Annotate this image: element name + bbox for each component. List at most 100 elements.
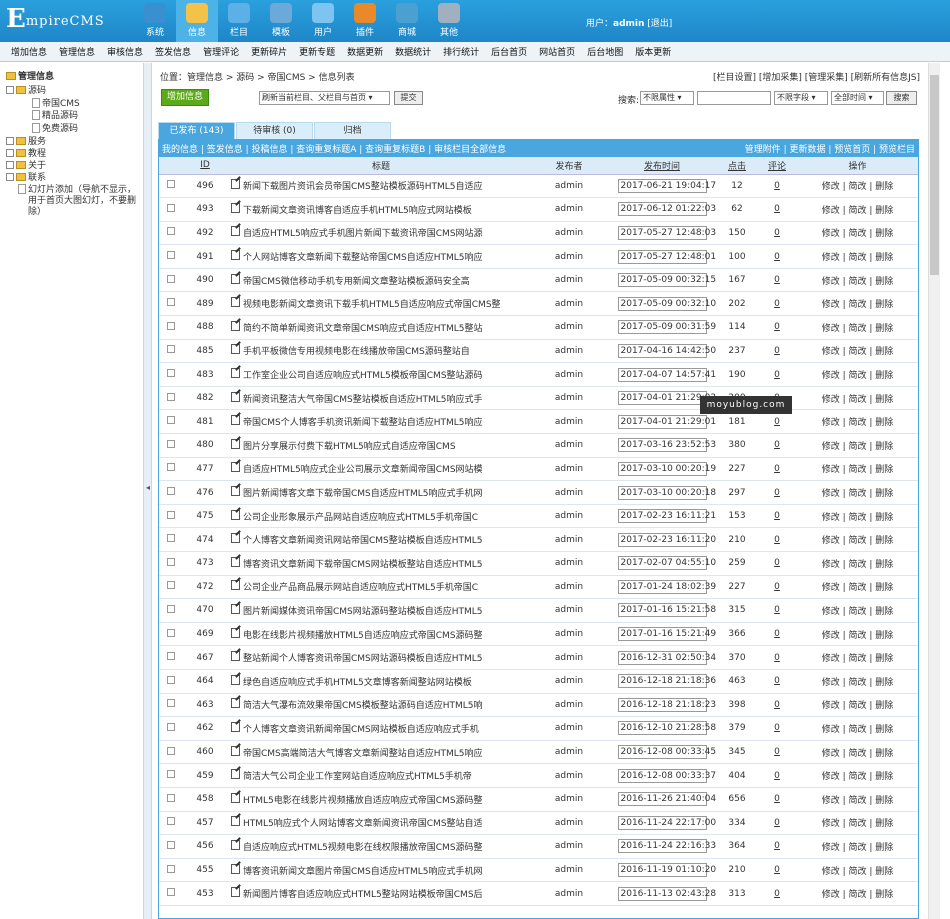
- row-checkbox[interactable]: [167, 416, 175, 425]
- edit-icon[interactable]: [231, 721, 240, 732]
- row-title[interactable]: 简约不简单新闻资讯文章帝国CMS响应式自适应HTML5整站: [243, 321, 483, 334]
- row-time[interactable]: 2017-05-09 00:32:15: [617, 273, 716, 288]
- menu-item[interactable]: 更新碎片: [251, 45, 287, 58]
- row-actions[interactable]: 修改 | 简改 | 删除: [797, 527, 918, 552]
- row-actions[interactable]: 修改 | 简改 | 删除: [797, 622, 918, 647]
- edit-icon[interactable]: [231, 391, 240, 402]
- row-checkbox[interactable]: [167, 369, 175, 378]
- menu-item[interactable]: 后台地图: [587, 45, 623, 58]
- row-actions[interactable]: 修改 | 简改 | 删除: [797, 197, 918, 222]
- row-comments[interactable]: 0: [774, 582, 780, 592]
- menu-item[interactable]: 数据更新: [347, 45, 383, 58]
- menu-item[interactable]: 审核信息: [107, 45, 143, 58]
- search-button[interactable]: 搜索: [886, 91, 917, 105]
- menu-item[interactable]: 网站首页: [539, 45, 575, 58]
- row-title[interactable]: 手机平板微信专用视频电影在线播放帝国CMS源码整站自: [243, 344, 470, 357]
- row-title[interactable]: HTML5响应式个人网站博客文章新闻资讯帝国CMS整站自适: [243, 816, 483, 829]
- row-checkbox[interactable]: [167, 392, 175, 401]
- row-checkbox[interactable]: [167, 345, 175, 354]
- topnav-item[interactable]: 信息: [176, 0, 218, 42]
- row-actions[interactable]: 修改 | 简改 | 删除: [797, 881, 918, 906]
- row-actions[interactable]: 修改 | 简改 | 删除: [797, 480, 918, 505]
- row-comments[interactable]: 0: [774, 605, 780, 615]
- row-checkbox[interactable]: [167, 203, 175, 212]
- row-checkbox[interactable]: [167, 274, 175, 283]
- topnav-item[interactable]: 模板: [260, 0, 302, 42]
- row-title[interactable]: 电影在线影片视频播放HTML5自适应响应式帝国CMS源码整: [243, 628, 483, 641]
- row-time[interactable]: 2016-12-08 00:33:45: [617, 745, 716, 760]
- row-time[interactable]: 2017-02-23 16:11:20: [617, 532, 716, 547]
- row-time[interactable]: 2016-12-31 02:50:34: [617, 650, 716, 665]
- row-time[interactable]: 2016-11-26 21:40:04: [617, 792, 716, 807]
- tab-published[interactable]: 已发布 (143): [158, 122, 235, 139]
- row-time[interactable]: 2017-06-21 19:04:17: [617, 178, 716, 193]
- row-comments[interactable]: 0: [774, 558, 780, 568]
- row-checkbox[interactable]: [167, 722, 175, 731]
- edit-icon[interactable]: [231, 202, 240, 213]
- row-checkbox[interactable]: [167, 817, 175, 826]
- row-comments[interactable]: 0: [774, 181, 780, 191]
- refresh-select[interactable]: 刷新当前栏目、父栏目与首页 ▾: [259, 91, 390, 105]
- tab-archive[interactable]: 归档: [314, 122, 391, 139]
- row-comments[interactable]: 0: [774, 299, 780, 309]
- row-comments[interactable]: 0: [774, 488, 780, 498]
- row-checkbox[interactable]: [167, 510, 175, 519]
- row-actions[interactable]: 修改 | 简改 | 删除: [797, 858, 918, 883]
- row-actions[interactable]: 修改 | 简改 | 删除: [797, 339, 918, 364]
- row-comments[interactable]: 0: [774, 370, 780, 380]
- row-title[interactable]: 公司企业产品商品展示网站自适应响应式HTML5手机帝国C: [243, 580, 478, 593]
- tree-item-premium[interactable]: 精品源码: [32, 108, 78, 121]
- row-actions[interactable]: 修改 | 简改 | 删除: [797, 386, 918, 411]
- row-title[interactable]: 帝国CMS微信移动手机专用新闻文章整站模板源码安全高: [243, 274, 470, 287]
- edit-icon[interactable]: [231, 179, 240, 190]
- tab-pending[interactable]: 待审核 (0): [236, 122, 313, 139]
- edit-icon[interactable]: [231, 462, 240, 473]
- edit-icon[interactable]: [231, 556, 240, 567]
- submit-button[interactable]: 提交: [394, 91, 423, 105]
- row-comments[interactable]: 0: [774, 747, 780, 757]
- row-actions[interactable]: 修改 | 简改 | 删除: [797, 811, 918, 836]
- col-comments[interactable]: 评论: [757, 157, 797, 175]
- edit-icon[interactable]: [231, 887, 240, 898]
- topnav-item[interactable]: 用户: [302, 0, 344, 42]
- row-actions[interactable]: 修改 | 简改 | 删除: [797, 268, 918, 293]
- edit-icon[interactable]: [231, 297, 240, 308]
- row-title[interactable]: 下载新闻文章资讯博客自适应手机HTML5响应式网站模板: [243, 203, 472, 216]
- row-actions[interactable]: 修改 | 简改 | 删除: [797, 362, 918, 387]
- row-comments[interactable]: 0: [774, 440, 780, 450]
- edit-icon[interactable]: [231, 486, 240, 497]
- row-comments[interactable]: 0: [774, 464, 780, 474]
- edit-icon[interactable]: [231, 603, 240, 614]
- row-title[interactable]: 新闻图片博客自适应响应式HTML5整站网站模板帝国CMS后: [243, 887, 483, 900]
- row-title[interactable]: 个人博客文章资讯新闻帝国CMS网站模板自适应响应式手机: [243, 722, 479, 735]
- edit-icon[interactable]: [231, 320, 240, 331]
- row-time[interactable]: 2016-11-19 01:10:20: [617, 863, 716, 878]
- edit-icon[interactable]: [231, 368, 240, 379]
- row-checkbox[interactable]: [167, 439, 175, 448]
- row-comments[interactable]: 0: [774, 228, 780, 238]
- collapse-arrow-icon[interactable]: ◂: [146, 483, 150, 492]
- row-actions[interactable]: 修改 | 简改 | 删除: [797, 763, 918, 788]
- row-time[interactable]: 2017-04-07 14:57:41: [617, 367, 716, 382]
- row-time[interactable]: 2017-01-16 15:21:58: [617, 603, 716, 618]
- row-checkbox[interactable]: [167, 180, 175, 189]
- search-input[interactable]: [697, 91, 771, 105]
- edit-icon[interactable]: [231, 816, 240, 827]
- row-actions[interactable]: 修改 | 简改 | 删除: [797, 669, 918, 694]
- field-select[interactable]: 不限字段 ▾: [774, 91, 828, 105]
- tree-item-free[interactable]: 免费源码: [32, 121, 78, 134]
- row-actions[interactable]: 修改 | 简改 | 删除: [797, 551, 918, 576]
- topnav-item[interactable]: 插件: [344, 0, 386, 42]
- row-time[interactable]: 2016-11-24 22:16:33: [617, 839, 716, 854]
- row-time[interactable]: 2017-03-16 23:52:53: [617, 438, 716, 453]
- logout-link[interactable]: [退出]: [647, 19, 672, 29]
- menu-item[interactable]: 增加信息: [11, 45, 47, 58]
- edit-icon[interactable]: [231, 651, 240, 662]
- edit-icon[interactable]: [231, 580, 240, 591]
- row-title[interactable]: 新闻下载图片资讯会员帝国CMS整站模板源码HTML5自适应: [243, 179, 483, 192]
- row-time[interactable]: 2016-12-10 21:28:58: [617, 721, 716, 736]
- edit-icon[interactable]: [231, 698, 240, 709]
- edit-icon[interactable]: [231, 509, 240, 520]
- row-actions[interactable]: 修改 | 简改 | 删除: [797, 433, 918, 458]
- row-title[interactable]: 自适应HTML5响应式企业公司展示文章新闻帝国CMS网站模: [243, 462, 483, 475]
